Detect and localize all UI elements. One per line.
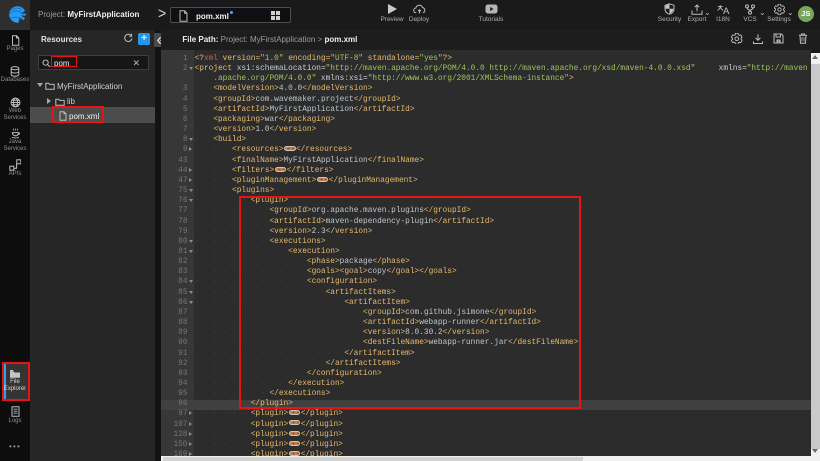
svg-text:A: A (723, 6, 730, 15)
